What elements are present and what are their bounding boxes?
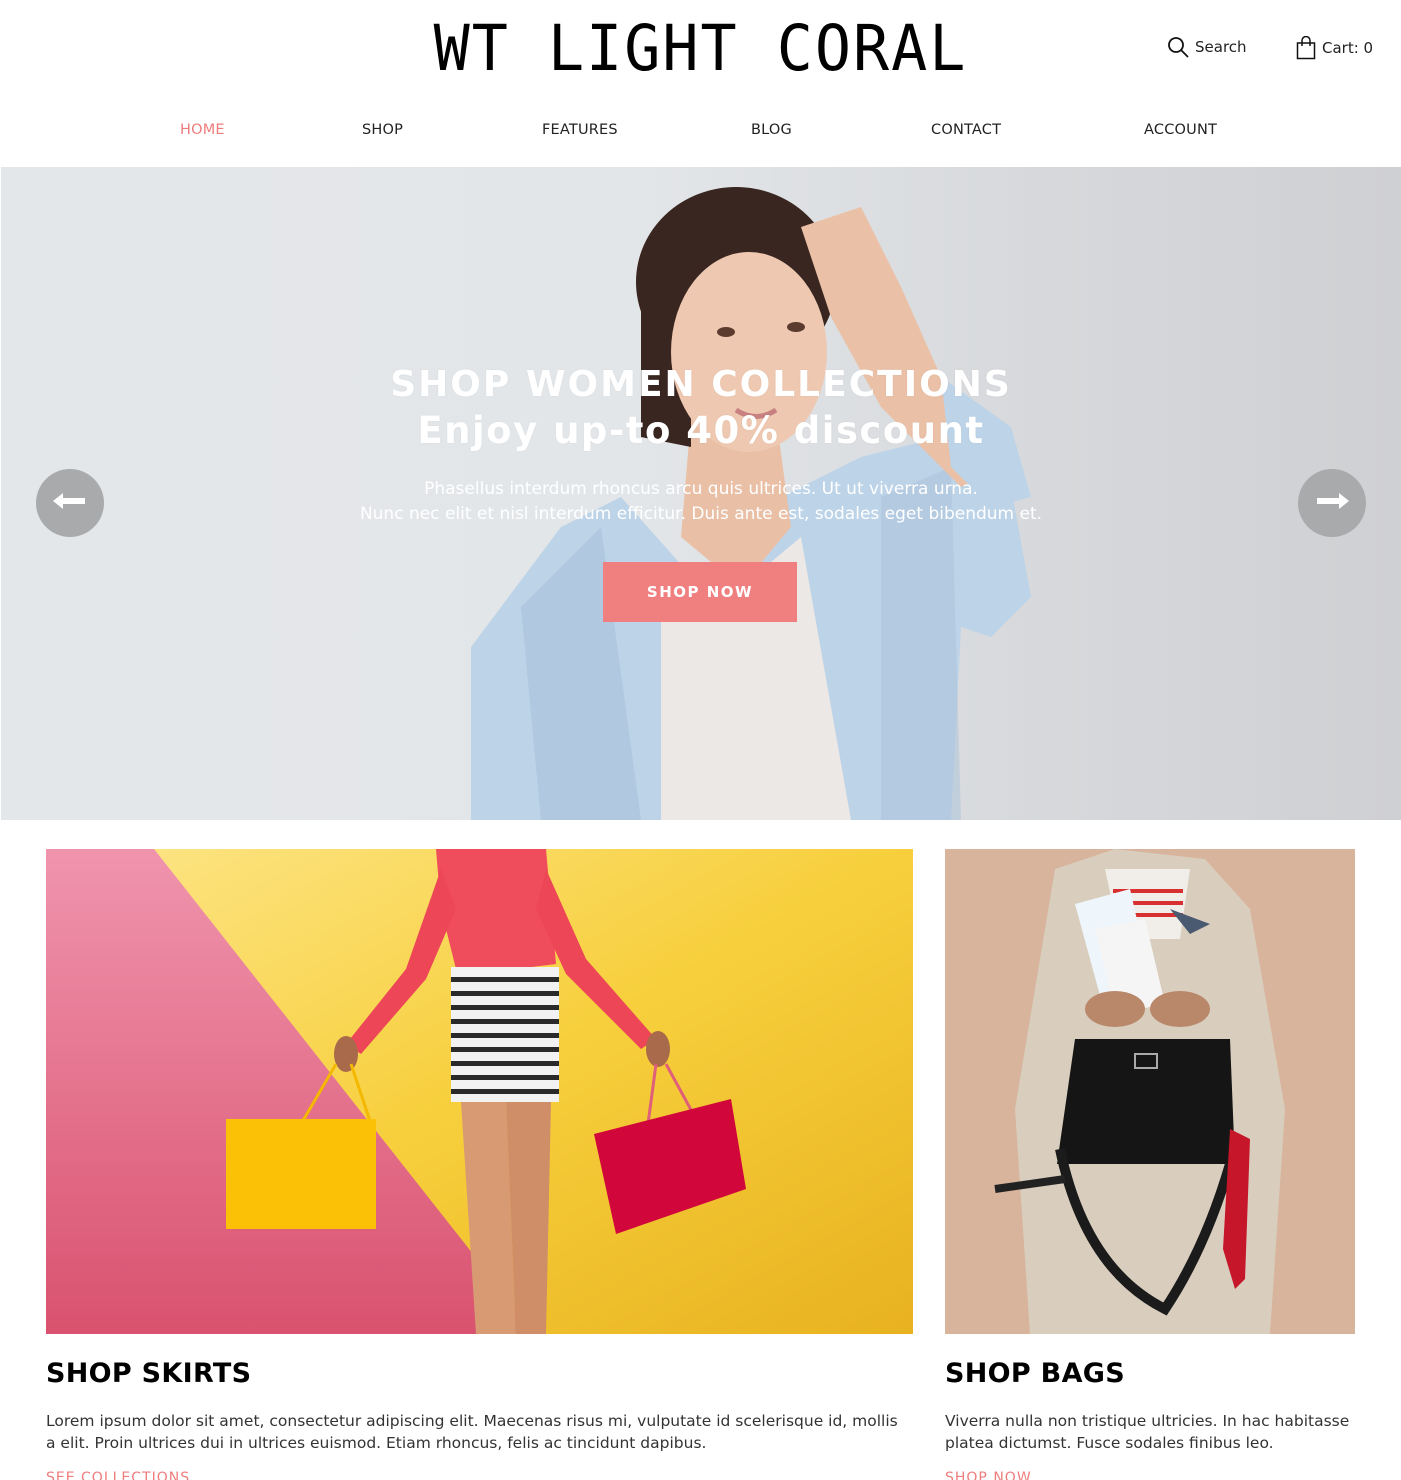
arrow-left-icon bbox=[53, 492, 87, 515]
nav-item-shop[interactable]: SHOP bbox=[362, 122, 403, 138]
search-icon bbox=[1167, 36, 1189, 58]
shopping-bag-icon bbox=[1296, 36, 1316, 60]
hero-slider: SHOP WOMEN COLLECTIONS Enjoy up-to 40% d… bbox=[1, 167, 1401, 820]
skirts-desc-line1: Lorem ipsum dolor sit amet, consectetur … bbox=[46, 1412, 898, 1430]
cart-label: Cart: 0 bbox=[1322, 39, 1374, 57]
search-button[interactable]: Search bbox=[1167, 36, 1247, 58]
nav-item-features[interactable]: FEATURES bbox=[542, 122, 618, 138]
bags-image[interactable] bbox=[945, 849, 1355, 1334]
hero-subtitle-line1: Phasellus interdum rhoncus arcu quis ult… bbox=[424, 479, 978, 499]
nav-item-blog[interactable]: BLOG bbox=[751, 122, 792, 138]
bags-shop-now-link[interactable]: SHOP NOW bbox=[945, 1470, 1365, 1480]
hero-shop-now-button[interactable]: SHOP NOW bbox=[603, 562, 797, 622]
hero-title-discount: Enjoy up-to 40% discount bbox=[417, 409, 985, 452]
nav-item-contact[interactable]: CONTACT bbox=[931, 122, 1001, 138]
slider-prev-button[interactable] bbox=[36, 469, 104, 537]
skirts-image[interactable] bbox=[46, 849, 913, 1334]
main-nav: HOME SHOP FEATURES BLOG CONTACT ACCOUNT bbox=[0, 122, 1401, 142]
bags-card-title: SHOP BAGS bbox=[945, 1358, 1125, 1389]
cart-button[interactable]: Cart: 0 bbox=[1296, 36, 1373, 60]
see-collections-link[interactable]: SEE COLLECTIONS bbox=[46, 1470, 926, 1480]
slider-next-button[interactable] bbox=[1298, 469, 1366, 537]
skirts-card-description: Lorem ipsum dolor sit amet, consectetur … bbox=[46, 1410, 926, 1454]
skirts-desc-line2: a elit. Proin ultrices dui in ultrices e… bbox=[46, 1434, 707, 1452]
bags-card-description: Viverra nulla non tristique ultricies. I… bbox=[945, 1410, 1365, 1454]
bags-desc-line1: Viverra nulla non tristique ultricies. I… bbox=[945, 1412, 1350, 1430]
hero-subtitle-line2: Nunc nec elit et nisl interdum efficitur… bbox=[359, 504, 1043, 524]
hero-title: SHOP WOMEN COLLECTIONS bbox=[390, 364, 1012, 405]
arrow-right-icon bbox=[1315, 492, 1349, 515]
bags-desc-line2: platea dictumst. Fusce sodales finibus l… bbox=[945, 1434, 1274, 1452]
skirts-card-title: SHOP SKIRTS bbox=[46, 1358, 252, 1389]
nav-item-home[interactable]: HOME bbox=[180, 122, 225, 138]
site-header: WT LIGHT CORAL Search Cart: 0 HOME SHOP … bbox=[0, 0, 1401, 166]
search-label: Search bbox=[1195, 38, 1247, 56]
nav-item-account[interactable]: ACCOUNT bbox=[1144, 122, 1217, 138]
